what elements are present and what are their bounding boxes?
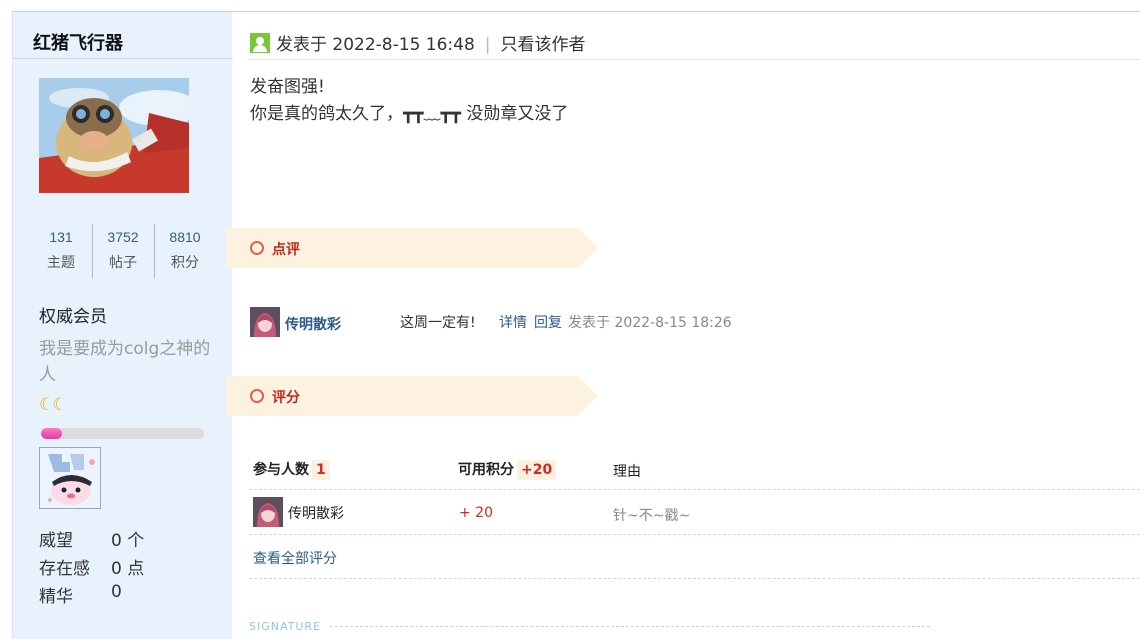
rating-divider xyxy=(249,578,1140,579)
post-line: 发奋图强! xyxy=(250,77,325,97)
level-progress-fill xyxy=(41,428,63,439)
avatar-image xyxy=(253,497,283,527)
rater-avatar[interactable] xyxy=(253,497,283,527)
attr-prestige-value: 0 个 xyxy=(111,531,145,551)
rating-section-title: 评分 xyxy=(272,390,300,406)
rating-divider xyxy=(249,534,1140,535)
rating-participants: 参与人数 1 xyxy=(253,459,330,480)
header-separator: | xyxy=(484,35,491,55)
sidebar-divider xyxy=(13,58,233,59)
points-total: +20 xyxy=(517,460,557,480)
reason-header: 理由 xyxy=(613,464,641,480)
custom-title: 我是要成为colg之神的人 xyxy=(39,339,211,385)
commenter-name[interactable]: 传明散彩 xyxy=(285,314,341,334)
author-stats: 131 主题 3752 帖子 8810 积分 xyxy=(31,224,231,278)
rating-row: 传明散彩 + 20 针~不~戳~ xyxy=(253,497,953,529)
comment-time: 发表于 2022-8-15 18:26 xyxy=(568,315,732,331)
attr-prestige-label: 威望 xyxy=(39,531,73,551)
user-group[interactable]: 权威会员 xyxy=(39,302,107,327)
attr-presence-value: 0 点 xyxy=(111,559,145,579)
comment-section-title: 点评 xyxy=(272,242,300,258)
points-label: 可用积分 xyxy=(458,462,514,478)
post-content: 发奋图强! 你是真的鸽太久了，┳┳﹏┳┳ 没勋章又没了 xyxy=(250,74,568,128)
stat-posts[interactable]: 3752 帖子 xyxy=(93,224,153,278)
online-status-icon xyxy=(250,33,270,53)
stat-credits-value: 8810 xyxy=(169,229,201,245)
stat-threads-label: 主题 xyxy=(47,255,75,271)
avatar-image xyxy=(250,307,280,337)
header-divider xyxy=(249,59,1140,60)
signature-divider xyxy=(330,626,930,627)
signature-label: SIGNATURE xyxy=(249,620,322,633)
participants-label: 参与人数 xyxy=(253,462,309,478)
comment-reply-link[interactable]: 回复 xyxy=(534,312,562,332)
stat-posts-value: 3752 xyxy=(107,229,139,245)
stat-threads[interactable]: 131 主题 xyxy=(31,224,91,278)
author-sidebar: 红猪飞行器 131 主题 3752 帖子 8810 积分 权威会员 我是要成为c… xyxy=(12,12,233,639)
rater-name[interactable]: 传明散彩 xyxy=(288,503,344,523)
stat-threads-value: 131 xyxy=(49,229,73,245)
author-avatar[interactable] xyxy=(39,78,189,193)
stat-posts-label: 帖子 xyxy=(109,255,137,271)
author-name[interactable]: 红猪飞行器 xyxy=(33,29,123,55)
attr-digest-value: 0 xyxy=(111,582,122,602)
medal-badge[interactable] xyxy=(39,447,101,509)
level-moons-icon: ☾☾ xyxy=(39,395,68,414)
level-progress-bar xyxy=(41,428,204,439)
commenter-avatar[interactable] xyxy=(250,307,280,337)
post-line: 你是真的鸽太久了，┳┳﹏┳┳ 没勋章又没了 xyxy=(250,104,569,124)
author-only-link[interactable]: 只看该作者 xyxy=(501,35,586,55)
medal-image xyxy=(40,448,100,508)
stat-credits-label: 积分 xyxy=(171,255,199,271)
attr-digest: 精华 0 xyxy=(39,582,122,607)
participants-count: 1 xyxy=(312,460,330,480)
comment-message: 这周一定有! xyxy=(400,315,476,331)
post-header: 发表于 2022-8-15 16:48 | 只看该作者 xyxy=(250,30,586,55)
attr-digest-label: 精华 xyxy=(39,587,73,607)
avatar-image xyxy=(39,78,189,193)
rating-points-value: + 20 xyxy=(459,505,493,521)
attr-presence-label: 存在感 xyxy=(39,559,90,579)
circle-icon xyxy=(250,241,264,255)
rating-divider xyxy=(249,489,1140,490)
rating-reason: 针~不~戳~ xyxy=(613,508,691,524)
attr-prestige: 威望 0 个 xyxy=(39,526,144,551)
rating-section-header: 评分 xyxy=(226,376,598,416)
view-all-ratings-link[interactable]: 查看全部评分 xyxy=(253,548,337,568)
stat-credits[interactable]: 8810 积分 xyxy=(155,224,215,278)
attr-presence: 存在感 0 点 xyxy=(39,554,144,579)
circle-icon xyxy=(250,389,264,403)
comment-section-header: 点评 xyxy=(226,228,598,268)
rating-points: 可用积分 +20 xyxy=(458,459,557,480)
comment-item: 传明散彩 这周一定有! 详情 回复 发表于 2022-8-15 18:26 xyxy=(250,307,950,339)
post-time: 发表于 2022-8-15 16:48 xyxy=(276,35,475,55)
comment-detail-link[interactable]: 详情 xyxy=(499,312,527,332)
